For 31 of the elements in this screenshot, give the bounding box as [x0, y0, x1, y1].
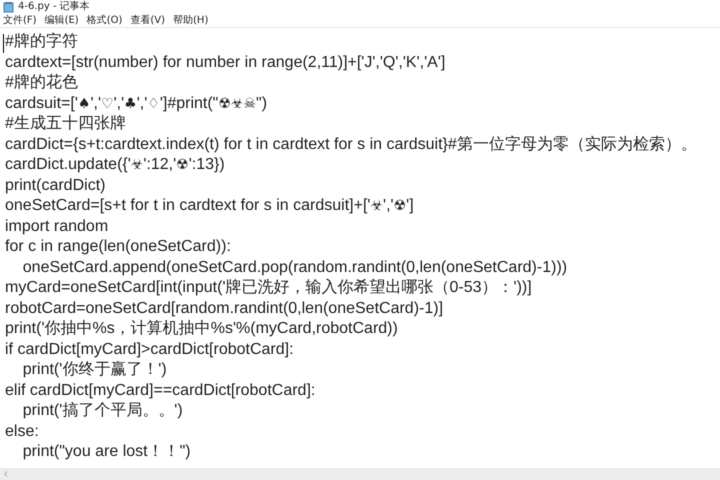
code-line: elif cardDict[myCard]==cardDict[robotCard]: — [5, 380, 316, 400]
code-line: cardDict.update({'☣':12,'☢':13}) — [5, 155, 225, 175]
code-line: print('你终于赢了！') — [22, 360, 167, 380]
code-line: oneSetCard=[s+t for t in cardtext for s in cardsuit]+['☣','☢'] — [5, 196, 414, 216]
code-line: if cardDict[myCard]>cardDict[robotCard]: — [5, 340, 294, 360]
code-line: print(cardDict) — [5, 176, 106, 196]
code-line: myCard=oneSetCard[int(input('牌已洗好，输入你希望出哪张（0-53）：'))] — [5, 278, 532, 298]
text-cursor — [3, 34, 4, 53]
horizontal-scrollbar[interactable] — [0, 468, 720, 480]
code-line: oneSetCard.append(oneSetCard.pop(random.randint(0,len(oneSetCard)-1))) — [22, 258, 568, 278]
code-line: print('你抽中%s，计算机抽中%s'%(myCard,robotCard)) — [5, 319, 398, 339]
code-line: robotCard=oneSetCard[random.randint(0,len(oneSetCard)-1)] — [5, 298, 444, 318]
code-line: print('搞了个平局。。') — [22, 401, 183, 421]
code-line: cardtext=[str(number) for number in range(2,11)]+['J','Q','K','A'] — [5, 52, 446, 72]
menu-item[interactable]: 查看(V) — [130, 14, 166, 27]
menu-item[interactable]: 文件(F) — [3, 14, 37, 27]
notepad-icon — [3, 2, 14, 12]
code-line: #牌的花色 — [5, 73, 78, 93]
code-line: cardsuit=['♠','♡','♣','♢']#print("☢☣☠") — [5, 94, 268, 114]
menu-item[interactable]: 编辑(E) — [44, 14, 79, 27]
window-title: 4-6.py - 记事本 — [18, 0, 90, 14]
code-line: #生成五十四张牌 — [5, 114, 126, 134]
code-line: else: — [5, 422, 39, 442]
code-line: #牌的字符 — [5, 32, 78, 52]
menu-item[interactable]: 帮助(H) — [173, 14, 208, 27]
code-line: print("you are lost！！") — [22, 442, 191, 462]
code-line: for c in range(len(oneSetCard)): — [5, 237, 231, 257]
code-line: cardDict={s+t:cardtext.index(t) for t in cardtext for s in cardsuit}#第一位字母为零（实际为检索）。 — [5, 134, 697, 154]
menu-item[interactable]: 格式(O) — [86, 14, 122, 27]
scroll-left-icon[interactable] — [4, 471, 8, 477]
code-line: import random — [5, 216, 108, 236]
